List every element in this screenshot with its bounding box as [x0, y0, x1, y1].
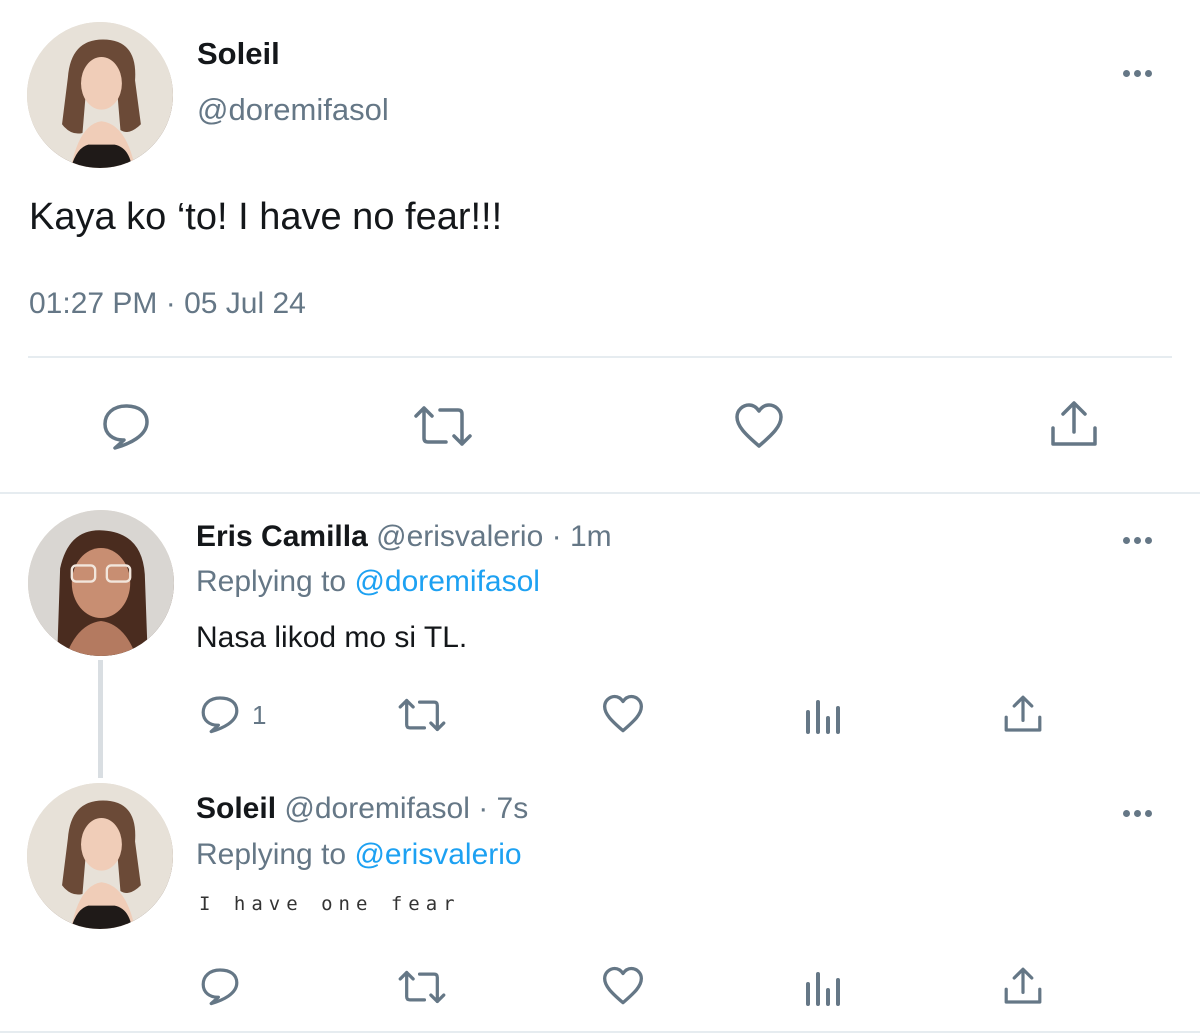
- replying-to: Replying to @erisvalerio: [196, 836, 522, 874]
- replying-to: Replying to @doremifasol: [196, 563, 540, 601]
- share-icon[interactable]: [1003, 966, 1043, 1006]
- handle-and-time[interactable]: @doremifasol · 7s: [284, 792, 528, 825]
- reply-header: Soleil @doremifasol · 7s: [196, 790, 528, 828]
- reply-text: Nasa likod mo si TL.: [196, 621, 468, 654]
- reply-icon[interactable]: [200, 966, 240, 1006]
- analytics-icon[interactable]: [804, 694, 842, 734]
- display-name[interactable]: Eris Camilla: [196, 520, 368, 553]
- divider: [0, 492, 1200, 494]
- replying-to-handle[interactable]: @erisvalerio: [354, 838, 521, 871]
- reply-text: I have one fear: [199, 893, 461, 915]
- retweet-icon[interactable]: [397, 969, 447, 1005]
- divider: [28, 356, 1172, 358]
- replying-to-label: Replying to: [196, 838, 347, 871]
- thread-line: [98, 660, 103, 778]
- avatar[interactable]: [27, 22, 173, 168]
- retweet-icon[interactable]: [412, 404, 474, 448]
- more-icon[interactable]: [1123, 64, 1163, 77]
- reply-count: 1: [252, 700, 267, 730]
- display-name[interactable]: Soleil: [196, 792, 276, 825]
- replying-to-handle[interactable]: @doremifasol: [354, 565, 540, 598]
- avatar-portrait-icon: [27, 783, 173, 929]
- reply-icon[interactable]: [101, 402, 151, 450]
- handle-and-time[interactable]: @erisvalerio · 1m: [376, 520, 612, 553]
- like-icon[interactable]: [733, 402, 785, 450]
- avatar-portrait-icon: [28, 510, 174, 656]
- share-icon[interactable]: [1049, 400, 1099, 448]
- divider: [0, 1031, 1200, 1033]
- share-icon[interactable]: [1003, 694, 1043, 734]
- tweet-text: Kaya ko ‘to! I have no fear!!!: [29, 196, 503, 238]
- avatar[interactable]: [27, 783, 173, 929]
- reply-header: Eris Camilla @erisvalerio · 1m: [196, 518, 612, 556]
- analytics-icon[interactable]: [804, 966, 842, 1006]
- user-handle[interactable]: @doremifasol: [197, 90, 389, 130]
- replying-to-label: Replying to: [196, 565, 347, 598]
- more-icon[interactable]: [1123, 804, 1163, 817]
- like-icon[interactable]: [601, 966, 645, 1006]
- avatar-portrait-icon: [27, 22, 173, 168]
- avatar[interactable]: [28, 510, 174, 656]
- more-icon[interactable]: [1123, 531, 1163, 544]
- tweet-timestamp: 01:27 PM · 05 Jul 24: [29, 287, 306, 320]
- retweet-icon[interactable]: [397, 697, 447, 733]
- reply-icon[interactable]: [200, 694, 240, 734]
- display-name[interactable]: Soleil: [197, 34, 280, 74]
- like-icon[interactable]: [601, 694, 645, 734]
